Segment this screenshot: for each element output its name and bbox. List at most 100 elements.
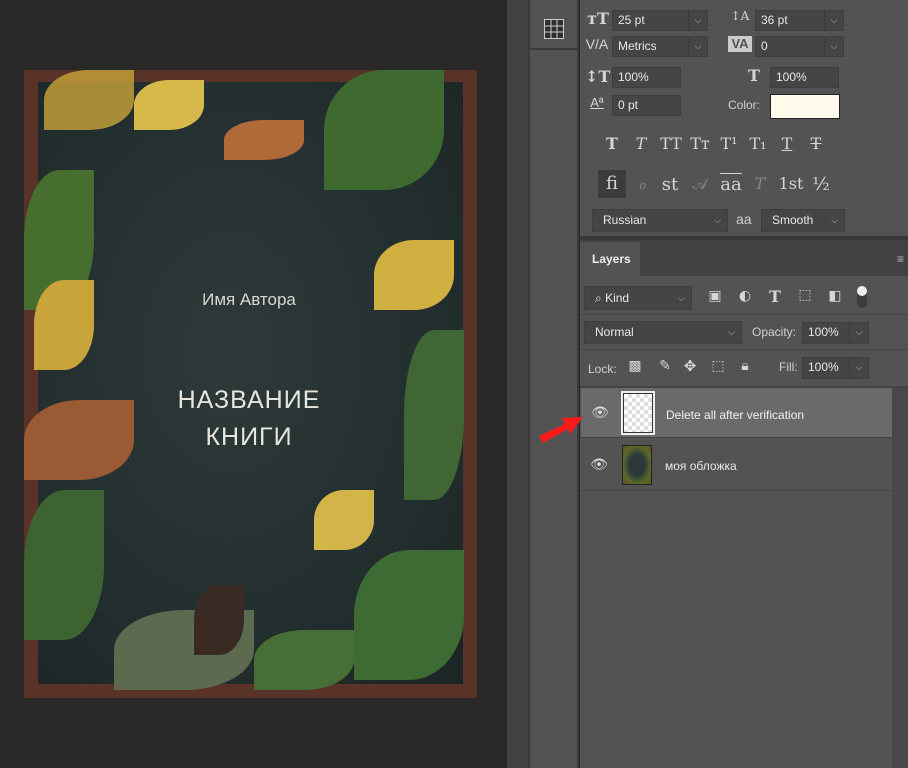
horizontal-scale-icon: T (748, 66, 760, 85)
ordinals-button[interactable]: 1st (776, 174, 806, 193)
cover-title-line: НАЗВАНИЕ (177, 386, 321, 414)
layer-name[interactable]: Delete all after verification (666, 408, 804, 422)
baseline-shift-field[interactable]: 0 pt (612, 95, 681, 116)
tracking-icon: VA (728, 36, 752, 52)
foliage (354, 550, 464, 680)
superscript-button[interactable]: T¹ (717, 134, 741, 153)
lock-all-icon[interactable]: 🔒︎ (736, 358, 754, 374)
foliage (224, 120, 304, 160)
document-canvas[interactable]: Имя Автора НАЗВАНИЕ КНИГИ (0, 0, 507, 768)
titling-alternates-button[interactable]: T (748, 174, 772, 193)
color-swatch[interactable] (770, 94, 840, 119)
discretionary-ligatures-button[interactable]: st (658, 174, 682, 195)
vertical-scale-field[interactable]: 100% (612, 67, 681, 88)
properties-panel: ᴛT 25 pt ⌵ ↕A 36 pt ⌵ V/A Metrics ⌵ VA 0 ⌵ ↕… (580, 0, 908, 768)
type-layer-filter-icon[interactable]: T (766, 287, 784, 306)
opacity-label: Opacity: (752, 325, 797, 339)
red-annotation-arrow-icon (539, 417, 583, 443)
layer-thumbnail-frame (618, 390, 656, 435)
old-style-button[interactable]: ℴ (630, 174, 654, 193)
vertical-scale-icon: ↕T (585, 67, 611, 86)
lock-transparent-pixels-icon[interactable]: ▩ (626, 358, 644, 374)
kerning-field[interactable]: Metrics ⌵ (612, 36, 708, 57)
chevron-down-icon[interactable]: ⌵ (672, 287, 691, 306)
lock-position-icon[interactable]: ✥ (680, 357, 700, 375)
all-caps-button[interactable]: TT (658, 134, 684, 153)
chevron-down-icon[interactable]: ⌵ (688, 37, 707, 56)
baseline-shift-value: 0 pt (618, 98, 639, 112)
layers-scrollbar[interactable] (892, 388, 908, 768)
layer-row-cover[interactable]: 👁︎ моя обложка (580, 439, 892, 491)
book-cover-image: Имя Автора НАЗВАНИЕ КНИГИ (24, 70, 477, 698)
tracking-field[interactable]: 0 ⌵ (755, 36, 844, 57)
layer-name[interactable]: моя обложка (665, 459, 737, 473)
fractions-button[interactable]: ½ (808, 174, 834, 195)
toggle-knob (857, 286, 867, 296)
chevron-down-icon[interactable]: ⌵ (824, 11, 843, 30)
leading-value: 36 pt (761, 13, 788, 27)
panel-menu-icon[interactable]: ≡ (897, 252, 904, 266)
grid-icon[interactable] (544, 19, 564, 39)
filter-toggle[interactable] (857, 286, 867, 308)
smart-object-filter-icon[interactable]: ◧ (826, 288, 844, 304)
kerning-value: Metrics (618, 39, 657, 53)
horizontal-scale-field[interactable]: 100% (770, 67, 839, 88)
stylistic-alternates-button[interactable]: aa (718, 174, 744, 195)
strikethrough-button[interactable]: T (804, 134, 828, 153)
font-size-value: 25 pt (618, 13, 645, 27)
tracking-value: 0 (761, 39, 768, 53)
blend-mode-value: Normal (595, 325, 634, 339)
opacity-value: 100% (808, 325, 839, 339)
dock-group (530, 0, 577, 50)
shape-layer-filter-icon[interactable]: ⬚ (796, 287, 814, 303)
language-value: Russian (603, 213, 647, 227)
chevron-down-icon[interactable]: ⌵ (825, 210, 844, 229)
chevron-down-icon[interactable]: ⌵ (849, 323, 868, 342)
small-caps-button[interactable]: Tт (688, 134, 712, 153)
blend-mode-dropdown[interactable]: Normal ⌵ (584, 321, 742, 344)
ligatures-button[interactable]: fi (598, 170, 626, 198)
tab-layers[interactable]: Layers (580, 242, 640, 276)
cover-title-line: КНИГИ (205, 423, 293, 451)
panel-divider (507, 0, 528, 768)
adjustment-layer-filter-icon[interactable]: ◐ (736, 288, 754, 304)
chevron-down-icon[interactable]: ⌵ (708, 210, 727, 229)
pixel-layer-filter-icon[interactable]: ▣ (706, 288, 724, 304)
language-dropdown[interactable]: Russian ⌵ (592, 209, 728, 232)
swash-button[interactable]: 𝒜 (688, 174, 712, 194)
foliage (134, 80, 204, 130)
font-size-field[interactable]: 25 pt ⌵ (612, 10, 708, 31)
chevron-down-icon[interactable]: ⌵ (824, 37, 843, 56)
divider (580, 314, 908, 315)
layer-row-delete-all[interactable]: 👁︎ Delete all after verification (580, 388, 892, 438)
foliage (24, 490, 104, 640)
foliage (254, 630, 354, 690)
fill-field[interactable]: 100% ⌵ (802, 357, 869, 379)
visibility-eye-icon[interactable]: 👁︎ (590, 456, 608, 473)
lock-label: Lock: (588, 362, 617, 376)
opacity-field[interactable]: 100% ⌵ (802, 322, 869, 344)
chevron-down-icon[interactable]: ⌵ (722, 322, 741, 341)
foliage (194, 585, 244, 655)
visibility-eye-icon[interactable]: 👁︎ (591, 404, 609, 421)
filter-kind-value: Kind (605, 291, 630, 305)
collapsed-panel-dock (528, 0, 579, 768)
antialias-dropdown[interactable]: Smooth ⌵ (761, 209, 845, 232)
opentype-buttons: fi ℴ st 𝒜 aa T 1st ½ (598, 170, 838, 198)
antialias-icon: aa (736, 211, 752, 227)
lock-image-pixels-icon[interactable]: ✎ (656, 358, 674, 374)
foliage (314, 490, 374, 550)
lock-artboard-icon[interactable]: ⬚ (709, 358, 727, 374)
faux-italic-button[interactable]: T (629, 134, 653, 153)
font-size-icon: ᴛT (587, 9, 609, 28)
image-layer-thumbnail (622, 445, 652, 485)
chevron-down-icon[interactable]: ⌵ (849, 358, 868, 377)
leading-field[interactable]: 36 pt ⌵ (755, 10, 844, 31)
leading-icon: ↕A (730, 9, 750, 23)
faux-bold-button[interactable]: T (600, 134, 624, 153)
chevron-down-icon[interactable]: ⌵ (688, 11, 707, 30)
filter-kind-dropdown[interactable]: ⌕ Kind ⌵ (584, 286, 692, 310)
type-style-buttons: T T TT Tт T¹ T₁ T T (600, 134, 830, 156)
subscript-button[interactable]: T₁ (746, 134, 770, 153)
underline-button[interactable]: T (775, 134, 799, 153)
